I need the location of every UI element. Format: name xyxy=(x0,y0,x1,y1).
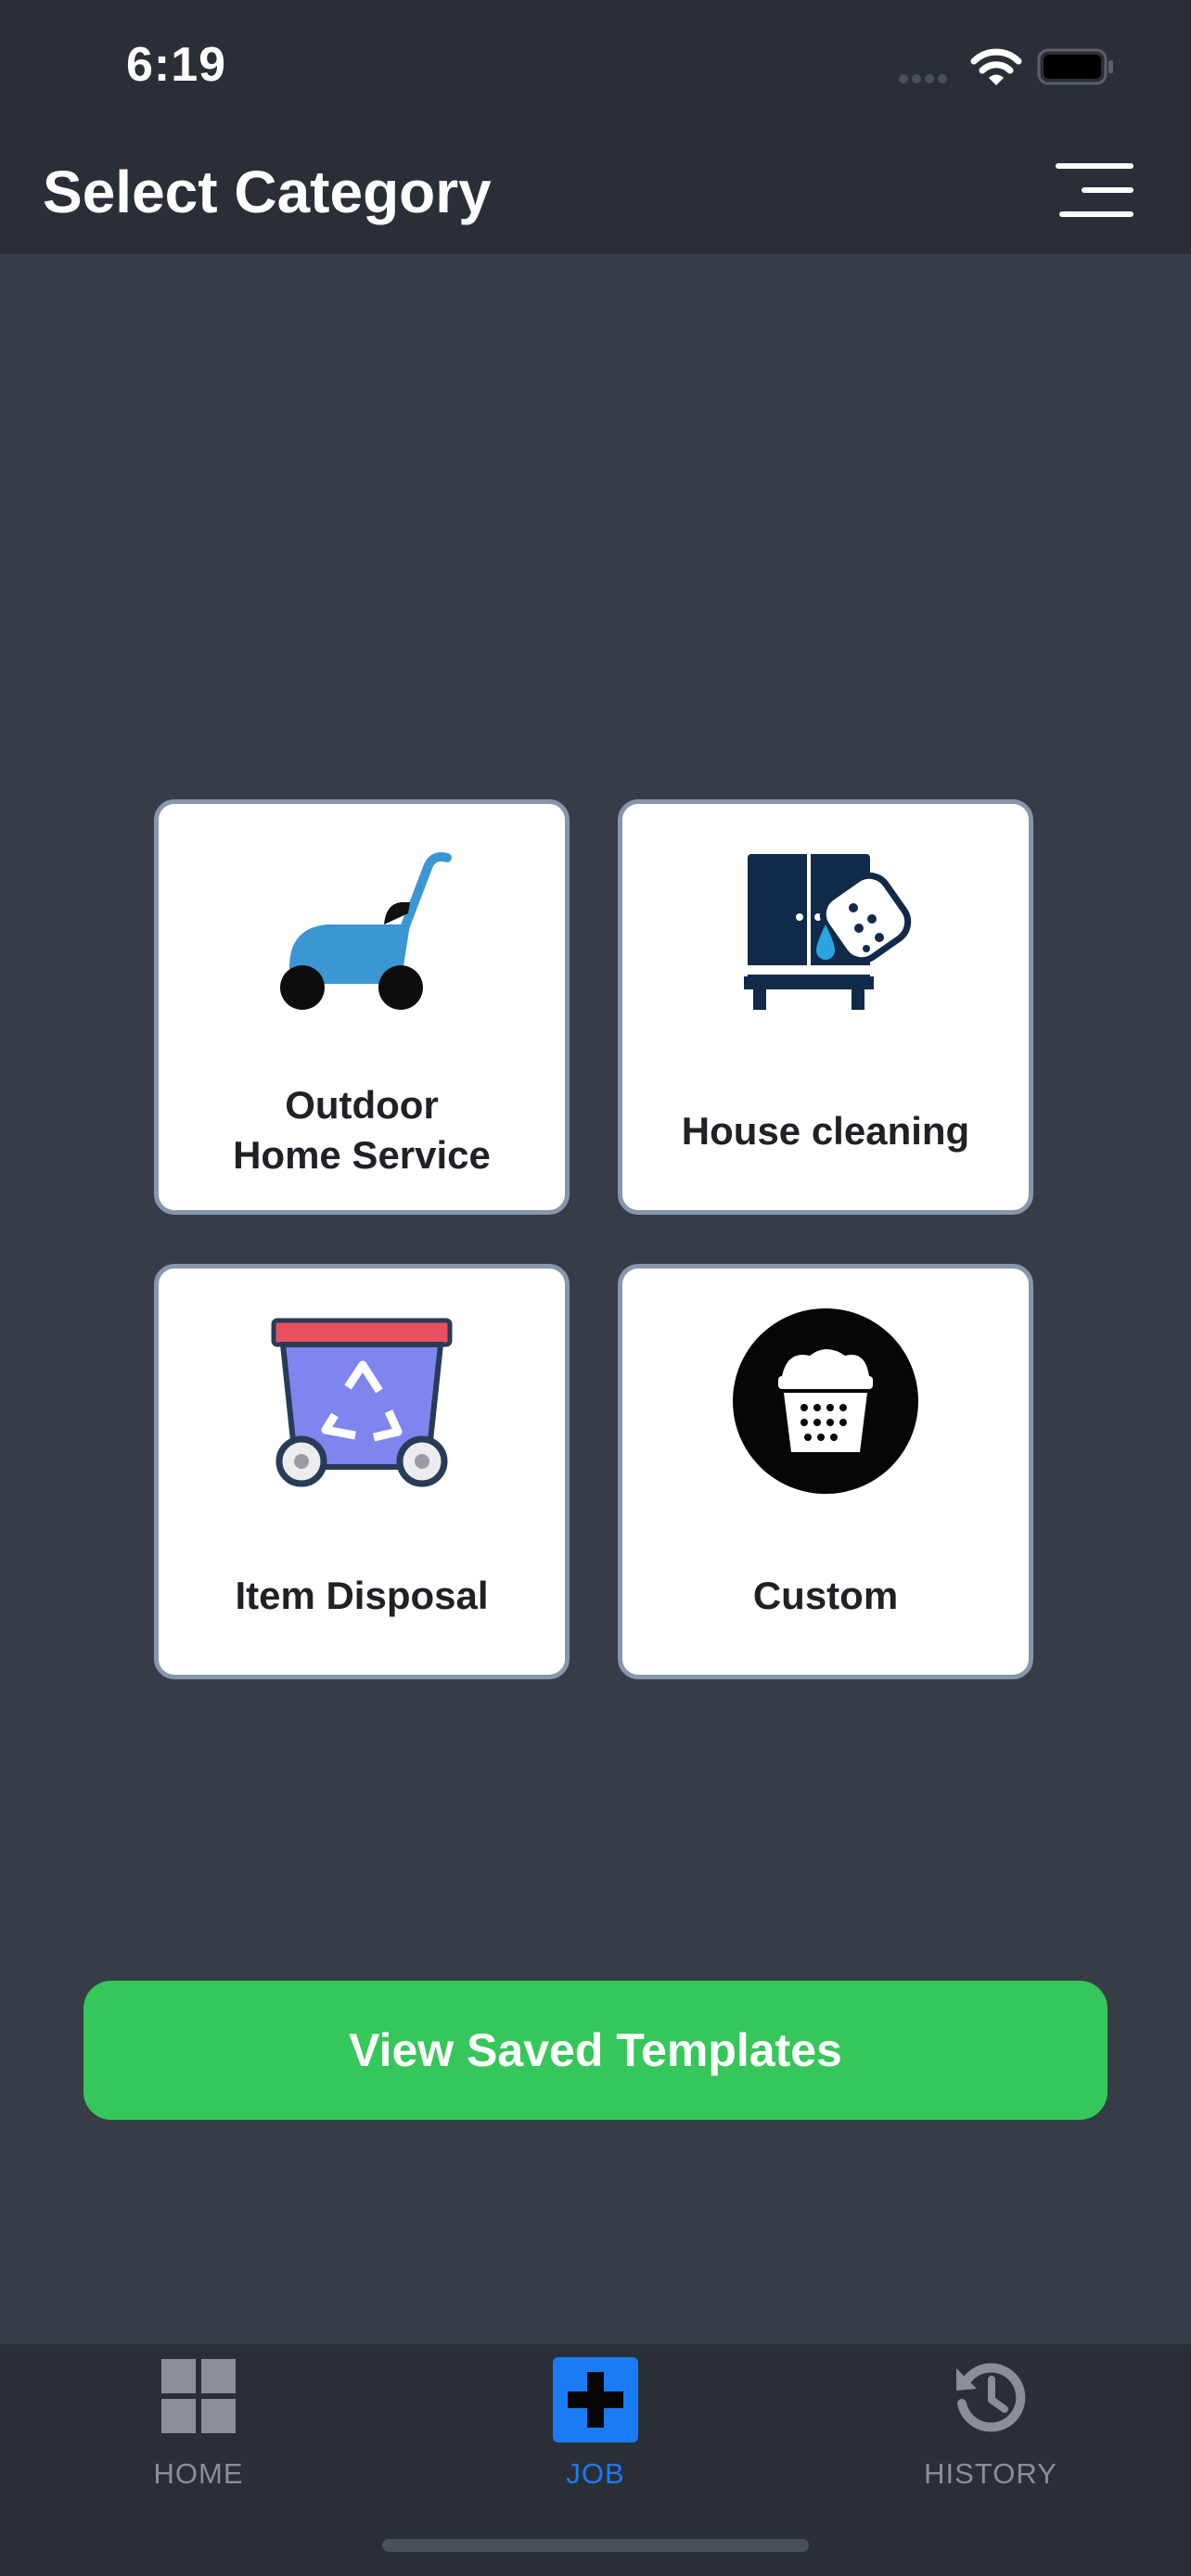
grid-icon xyxy=(161,2359,236,2433)
view-saved-templates-label: View Saved Templates xyxy=(349,2024,842,2076)
home-indicator xyxy=(382,2539,809,2552)
category-label: Custom xyxy=(752,1574,899,1617)
tab-job[interactable]: JOB xyxy=(456,2344,735,2502)
plus-square-icon xyxy=(553,2357,638,2442)
status-bar: 6:19 xyxy=(0,0,1191,130)
category-card-house-cleaning[interactable]: House cleaning xyxy=(618,799,1033,1215)
tab-history[interactable]: HISTORY xyxy=(852,2344,1130,2502)
category-card-item-disposal[interactable]: Item Disposal xyxy=(154,1264,570,1679)
wifi-icon xyxy=(970,48,1022,85)
lawn-mower-icon xyxy=(280,852,452,1010)
tab-home[interactable]: HOME xyxy=(59,2344,338,2502)
category-label-line1: Outdoor xyxy=(285,1083,439,1127)
history-icon xyxy=(956,2363,1026,2432)
cellular-signal-icon xyxy=(899,74,947,83)
category-label: House cleaning xyxy=(681,1109,970,1153)
tab-job-label: JOB xyxy=(566,2457,625,2490)
category-label: Item Disposal xyxy=(235,1574,489,1617)
tab-home-label: HOME xyxy=(153,2457,244,2490)
menu-icon[interactable] xyxy=(1056,161,1137,223)
category-label-line2: Home Service xyxy=(233,1133,491,1177)
tab-history-label: HISTORY xyxy=(924,2457,1057,2490)
view-saved-templates-button[interactable]: View Saved Templates xyxy=(83,1981,1108,2120)
category-card-outdoor-home-service[interactable]: Outdoor Home Service xyxy=(154,799,570,1215)
cabinet-sponge-icon xyxy=(742,854,912,1010)
navigation-header: Select Category xyxy=(0,130,1191,254)
battery-icon xyxy=(1037,48,1113,85)
status-time: 6:19 xyxy=(126,38,227,92)
recycling-dumpster-icon xyxy=(271,1318,453,1487)
page-title: Select Category xyxy=(43,159,492,225)
category-card-custom[interactable]: Custom xyxy=(618,1264,1033,1679)
laundry-basket-icon xyxy=(733,1308,918,1494)
category-label: Outdoor Home Service xyxy=(159,1080,565,1180)
